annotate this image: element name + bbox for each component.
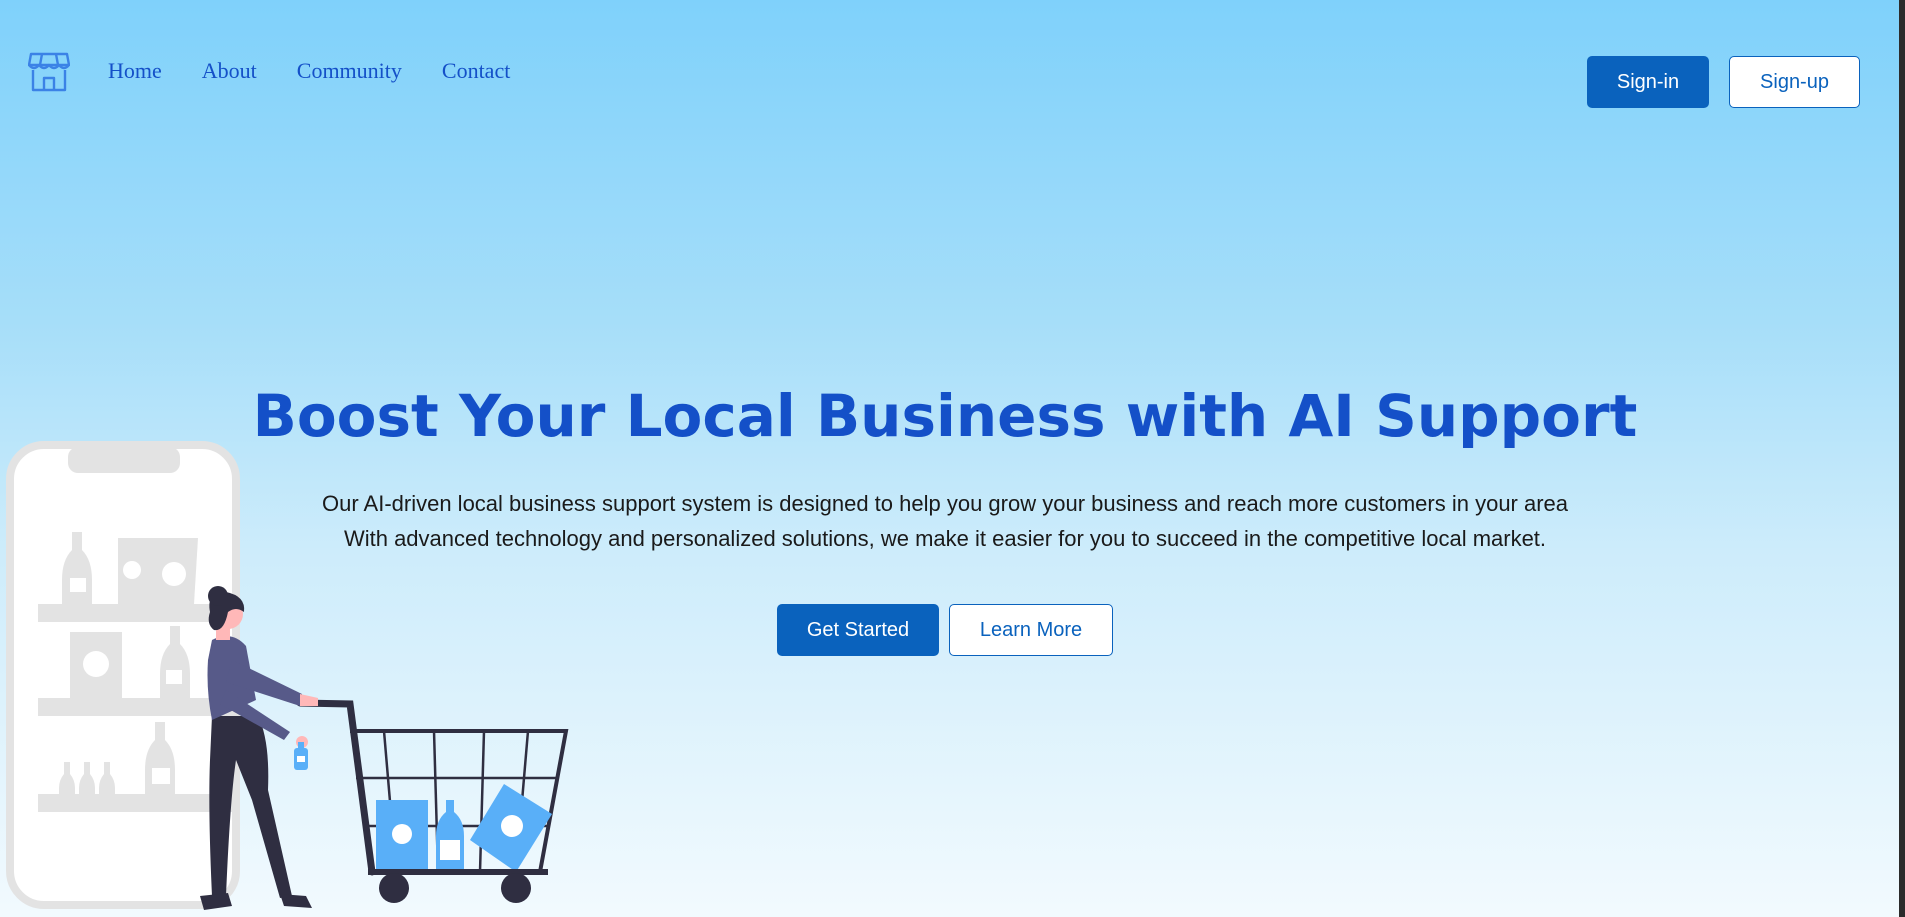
nav-link-contact[interactable]: Contact (442, 58, 510, 84)
learn-more-button[interactable]: Learn More (949, 604, 1113, 656)
woman-shopping-cart-illustration (6, 441, 569, 910)
nav-link-community[interactable]: Community (297, 58, 402, 84)
get-started-button[interactable]: Get Started (777, 604, 939, 656)
nav-link-home[interactable]: Home (108, 58, 162, 84)
nav-link-about[interactable]: About (202, 58, 257, 84)
phone-shelf-graphic (6, 441, 240, 909)
woman-figure-graphic (200, 586, 318, 910)
main-nav: Home About Community Contact (108, 58, 510, 84)
window-edge (1899, 0, 1905, 917)
shopping-cart-graphic (296, 699, 569, 903)
sign-in-button[interactable]: Sign-in (1587, 56, 1709, 108)
sign-up-button[interactable]: Sign-up (1729, 56, 1860, 108)
storefront-icon[interactable] (28, 52, 70, 92)
